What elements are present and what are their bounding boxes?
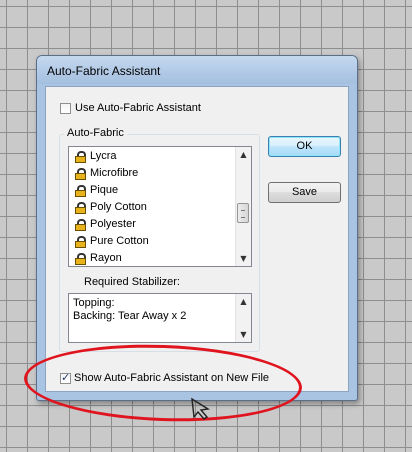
lock-icon (75, 253, 86, 265)
dialog-client-area: Use Auto-Fabric Assistant Auto-Fabric Ly… (45, 86, 349, 392)
auto-fabric-group-label: Auto-Fabric (64, 127, 127, 139)
list-item-label: Poly Cotton (90, 201, 147, 213)
fabric-list-scrollbar[interactable]: ▲ ▼ (235, 147, 251, 266)
save-button[interactable]: Save (268, 182, 341, 203)
dialog-title: Auto-Fabric Assistant (47, 64, 161, 78)
lock-icon (75, 185, 86, 197)
stabilizer-textbox: Topping: Backing: Tear Away x 2 ▲ ▼ (68, 293, 252, 343)
lock-icon (75, 168, 86, 180)
use-auto-fabric-label: Use Auto-Fabric Assistant (75, 102, 201, 114)
mouse-cursor-icon (191, 397, 210, 420)
required-stabilizer-label: Required Stabilizer: (84, 276, 180, 288)
list-item-label: Microfibre (90, 167, 139, 179)
scroll-thumb[interactable] (237, 203, 249, 223)
list-item-label: Polyester (90, 218, 136, 230)
lock-icon (75, 219, 86, 231)
lock-icon (75, 236, 86, 248)
list-item-label: Pure Cotton (90, 235, 149, 247)
scroll-down-icon[interactable]: ▼ (236, 327, 251, 342)
title-bar[interactable]: Auto-Fabric Assistant (37, 56, 357, 84)
stabilizer-scrollbar[interactable]: ▲ ▼ (235, 294, 251, 342)
list-item-label: Pique (90, 184, 119, 196)
list-item-label: Rayon (90, 252, 122, 264)
lock-icon (75, 151, 86, 163)
scroll-up-icon[interactable]: ▲ (236, 147, 251, 162)
list-item-label: Lycra (90, 150, 117, 162)
lock-icon (75, 202, 86, 214)
ok-button[interactable]: OK (268, 136, 341, 157)
use-auto-fabric-checkbox[interactable] (60, 103, 71, 114)
stabilizer-text: Topping: Backing: Tear Away x 2 (73, 297, 187, 322)
scroll-down-icon[interactable]: ▼ (236, 251, 251, 266)
fabric-listbox[interactable]: Lycra Microfibre Pique Poly Cotton Polye… (68, 146, 252, 267)
scroll-up-icon[interactable]: ▲ (236, 294, 251, 309)
